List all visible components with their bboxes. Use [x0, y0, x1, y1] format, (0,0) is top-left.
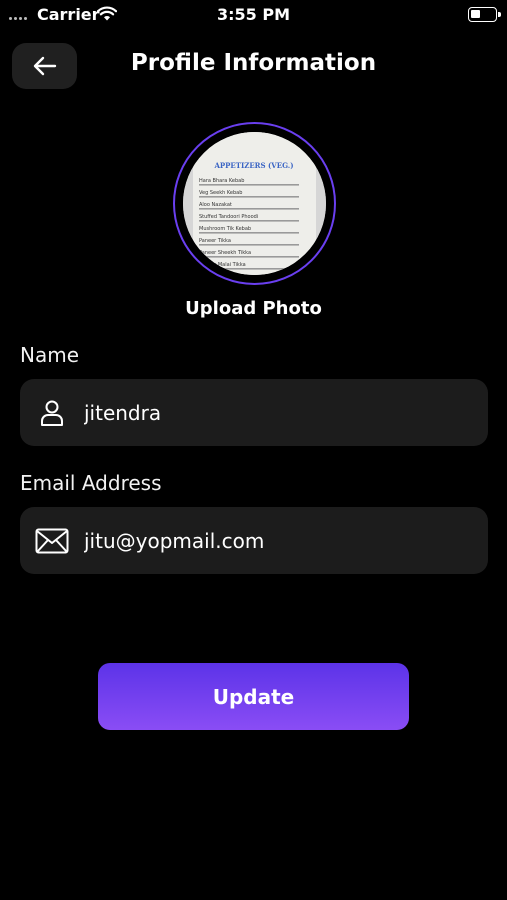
email-field[interactable] [20, 507, 488, 574]
status-bar: Carrier 3:55 PM [0, 0, 507, 30]
photo-menu-item: Mushroom Tik Kebab [199, 226, 251, 232]
name-input[interactable] [84, 400, 474, 425]
name-field[interactable] [20, 379, 488, 446]
email-label: Email Address [20, 471, 162, 495]
name-label: Name [20, 343, 80, 367]
photo-menu-line [199, 268, 299, 270]
photo-menu-line [199, 184, 299, 186]
battery-icon [468, 7, 501, 22]
photo-menu-item: Stuffed Tandoori Phoodi [199, 214, 258, 220]
photo-menu-item: Veg Seekh Kebab [199, 190, 242, 196]
update-button[interactable]: Update [98, 663, 409, 730]
avatar[interactable]: APPETIZERS (VEG.) Hara Bhara Kebab Veg Se… [183, 132, 326, 275]
avatar-photo: APPETIZERS (VEG.) Hara Bhara Kebab Veg Se… [183, 132, 326, 275]
photo-menu-item: Paneer Tikka [199, 238, 231, 244]
user-icon [20, 399, 84, 427]
photo-menu-item: Hara Bhara Kebab [199, 178, 244, 184]
clock: 3:55 PM [216, 5, 290, 24]
mail-icon [20, 528, 84, 554]
photo-menu-line [199, 256, 299, 258]
photo-menu-line [199, 220, 299, 222]
photo-menu-item: Paneer Malai Tikka [199, 262, 246, 268]
avatar-ring[interactable]: APPETIZERS (VEG.) Hara Bhara Kebab Veg Se… [173, 122, 336, 285]
upload-photo-button[interactable]: Upload Photo [0, 298, 507, 319]
photo-menu-line [199, 244, 299, 246]
photo-menu-item: Paneer Sheekh Tikka [199, 250, 251, 256]
page-title: Profile Information [130, 50, 377, 76]
photo-menu-line [199, 232, 299, 234]
photo-heading: APPETIZERS (VEG.) [213, 161, 293, 170]
photo-menu-line [199, 196, 299, 198]
photo-menu-line [199, 208, 299, 210]
email-input[interactable] [84, 528, 474, 553]
photo-menu-item: Aloo Nazakat [199, 202, 232, 208]
